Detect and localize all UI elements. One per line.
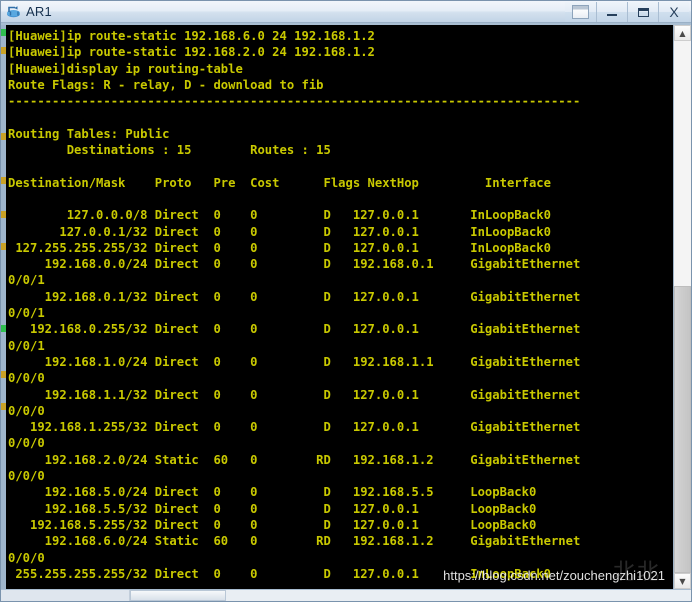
ar1-console-window: AR1 X [Huawei]ip route-static 192.168.6.… (0, 0, 692, 602)
capture-button[interactable] (565, 2, 596, 22)
horizontal-scroll-thumb[interactable] (130, 590, 226, 601)
maximize-icon (637, 7, 649, 17)
terminal-output[interactable]: [Huawei]ip route-static 192.168.6.0 24 1… (6, 25, 673, 589)
vertical-scroll-thumb[interactable] (674, 286, 691, 573)
horizontal-scroll-track-left[interactable] (1, 590, 130, 601)
horizontal-scrollbar[interactable] (1, 589, 691, 601)
maximize-button[interactable] (627, 2, 658, 22)
router-icon (5, 3, 23, 21)
window-title: AR1 (26, 3, 52, 19)
window-controls: X (565, 1, 689, 23)
minimize-icon (607, 14, 617, 16)
title-bar[interactable]: AR1 X (1, 1, 691, 23)
vertical-scrollbar[interactable]: ▲ ▼ (673, 25, 691, 589)
minimize-button[interactable] (596, 2, 627, 22)
capture-icon (572, 5, 589, 19)
horizontal-scroll-track-right[interactable] (226, 590, 691, 601)
vertical-scroll-track[interactable] (674, 41, 691, 573)
scroll-up-arrow-icon[interactable]: ▲ (674, 25, 691, 41)
close-icon: X (669, 4, 679, 20)
terminal-text: [Huawei]ip route-static 192.168.6.0 24 1… (8, 29, 581, 581)
close-button[interactable]: X (658, 2, 689, 22)
scroll-down-arrow-icon[interactable]: ▼ (674, 573, 691, 589)
console-area: [Huawei]ip route-static 192.168.6.0 24 1… (1, 23, 691, 589)
